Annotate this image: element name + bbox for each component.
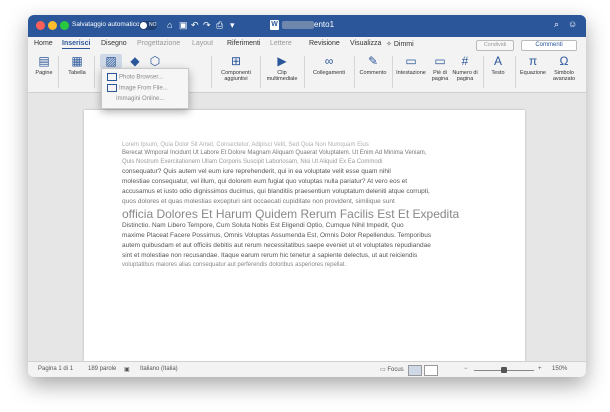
document-line: Distinctio. Nam Libero Tempore, Cum Solu…	[122, 222, 404, 229]
page-number-icon: #	[461, 54, 469, 68]
pictures-dropdown-menu: Photo Browser... Image From File... Imma…	[101, 68, 189, 109]
equation-button[interactable]: π Equazione	[519, 54, 547, 76]
autosave-toggle[interactable]: NO	[139, 21, 157, 30]
document-line: molestiae consequatur, vel illum, qui do…	[122, 178, 408, 185]
photo-browser-icon	[107, 73, 117, 81]
document-line: consequatur? Quis autem vel eum iure rep…	[122, 168, 391, 175]
web-layout-view-button[interactable]	[424, 365, 438, 376]
document-line: sint et molestiae non recusandae. Itaque…	[122, 252, 418, 259]
image-from-file-item[interactable]: Image From File...	[107, 84, 168, 92]
header-icon: ▭	[405, 54, 417, 68]
document-title: Wento1	[270, 20, 334, 30]
minimize-window-button[interactable]	[48, 21, 57, 30]
comment-icon: ✎	[367, 54, 379, 68]
footer-button[interactable]: ▭ Piè di pagina	[429, 54, 451, 82]
links-button[interactable]: ∞ Collegamenti	[308, 54, 350, 76]
cube-icon: ⬡	[149, 54, 161, 68]
document-line: autem quibusdam et aut officiis debitis …	[122, 242, 431, 249]
autosave-label: Salvataggio automatico	[72, 21, 140, 28]
print-icon[interactable]: ⎙	[216, 20, 223, 30]
document-line: officia Dolores Et Harum Quidem Rerum Fa…	[122, 207, 460, 221]
pages-button[interactable]: ▤ Pagine	[34, 54, 54, 76]
title-bar: Salvataggio automatico NO ⌂ ▣ ↶ ↷ ⎙ ▾ We…	[28, 15, 586, 37]
photo-browser-item[interactable]: Photo Browser...	[107, 73, 163, 81]
zoom-in-icon[interactable]: +	[538, 366, 542, 372]
page-number-button[interactable]: # Numero di pagina	[452, 54, 478, 82]
document-line: Lorem Ipsum, Quia Dolor Sit Amet, Consec…	[122, 142, 369, 148]
status-bar: Pagina 1 di 1 189 parole ▣ Italiano (Ita…	[28, 361, 586, 377]
pages-icon: ▤	[38, 54, 50, 68]
tell-me-label: Dimmi	[393, 41, 414, 48]
comments-button[interactable]: Commenti	[521, 40, 577, 51]
tab-riferimenti[interactable]: Riferimenti	[227, 40, 260, 47]
video-icon: ▶	[277, 54, 287, 68]
lightbulb-icon: ✧	[386, 41, 392, 48]
document-line: Quis Nostrum Exercitationem Ullam Corpor…	[122, 159, 383, 165]
media-button[interactable]: ▶ Clip multimediale	[264, 54, 300, 82]
addins-icon: ⊞	[230, 54, 242, 68]
text-box-icon: A	[493, 54, 502, 68]
save-icon[interactable]: ▣	[179, 20, 188, 30]
link-icon: ∞	[324, 54, 334, 68]
tab-disegno[interactable]: Disegno	[101, 40, 127, 47]
ribbon-tabs: Home Inserisci Disegno Progettazione Lay…	[28, 37, 586, 52]
proofing-icon[interactable]: ▣	[124, 366, 130, 373]
word-window: Salvataggio automatico NO ⌂ ▣ ↶ ↷ ⎙ ▾ We…	[28, 15, 586, 377]
header-button[interactable]: ▭ Intestazione	[394, 54, 428, 76]
document-line: quos dolores et quas molestias excepturi…	[122, 198, 395, 205]
text-button[interactable]: A Testo	[488, 54, 508, 76]
zoom-level[interactable]: 150%	[552, 366, 567, 372]
redo-icon[interactable]: ↷	[203, 20, 211, 30]
symbol-button[interactable]: Ω Simbolo avanzato	[549, 54, 579, 82]
table-icon: ▦	[71, 54, 83, 68]
focus-icon: ▭	[380, 367, 386, 373]
search-icon[interactable]: ⌕	[554, 19, 559, 30]
tab-layout[interactable]: Layout	[192, 40, 213, 47]
document-line: maxime Placeat Facere Possimus, Omnis Vo…	[122, 232, 432, 239]
online-pictures-item[interactable]: Immagini Online...	[116, 96, 164, 102]
table-button[interactable]: ▦ Tabella	[65, 54, 89, 76]
tab-inserisci[interactable]: Inserisci	[62, 40, 91, 49]
document-title-text: ento1	[314, 20, 335, 30]
page-count[interactable]: Pagina 1 di 1	[38, 366, 73, 372]
zoom-out-icon[interactable]: −	[464, 366, 468, 372]
close-window-button[interactable]	[36, 21, 45, 30]
comment-button[interactable]: ✎ Commento	[357, 54, 389, 76]
addins-button[interactable]: ⊞ Componenti aggiuntivi	[218, 54, 254, 82]
zoom-slider-handle[interactable]	[501, 367, 507, 373]
document-line: voluptatibus maiores alias consequatur a…	[122, 262, 347, 268]
home-icon[interactable]: ⌂	[167, 20, 172, 30]
document-page[interactable]: Lorem Ipsum, Quia Dolor Sit Amet, Consec…	[84, 110, 525, 361]
profile-icon[interactable]: ☺	[568, 19, 577, 29]
shapes-icon: ◆	[130, 54, 140, 68]
print-layout-view-button[interactable]	[408, 365, 422, 376]
footer-icon: ▭	[434, 54, 446, 68]
pictures-button[interactable]: ▨	[100, 54, 122, 68]
share-button[interactable]: Condividi	[476, 40, 514, 51]
picture-icon: ▨	[105, 54, 117, 68]
word-doc-icon: W	[270, 20, 279, 30]
tab-home[interactable]: Home	[34, 40, 53, 47]
language-status[interactable]: Italiano (Italia)	[140, 366, 178, 372]
maximize-window-button[interactable]	[60, 21, 69, 30]
tab-visualizza[interactable]: Visualizza	[350, 40, 381, 47]
document-line: accusamus et iusto odio dignissimos duci…	[122, 188, 430, 195]
document-line: Berecat Wmporal Incidunt Ut Labore Et Do…	[122, 150, 427, 156]
tab-revisione[interactable]: Revisione	[309, 40, 340, 47]
tell-me[interactable]: ✧ Dimmi	[386, 40, 414, 48]
redacted-title	[282, 21, 314, 29]
image-file-icon	[107, 84, 117, 92]
focus-mode[interactable]: ▭ Focus	[380, 366, 404, 373]
autosave-state: NO	[149, 22, 157, 28]
equation-icon: π	[528, 54, 538, 68]
document-canvas: Lorem Ipsum, Quia Dolor Sit Amet, Consec…	[28, 68, 586, 361]
customize-toolbar-icon[interactable]: ▾	[230, 20, 235, 30]
omega-icon: Ω	[559, 54, 569, 68]
tab-progettazione[interactable]: Progettazione	[137, 40, 180, 47]
word-count[interactable]: 189 parole	[88, 366, 116, 372]
tab-lettere[interactable]: Lettere	[270, 40, 292, 47]
undo-icon[interactable]: ↶	[191, 20, 199, 30]
